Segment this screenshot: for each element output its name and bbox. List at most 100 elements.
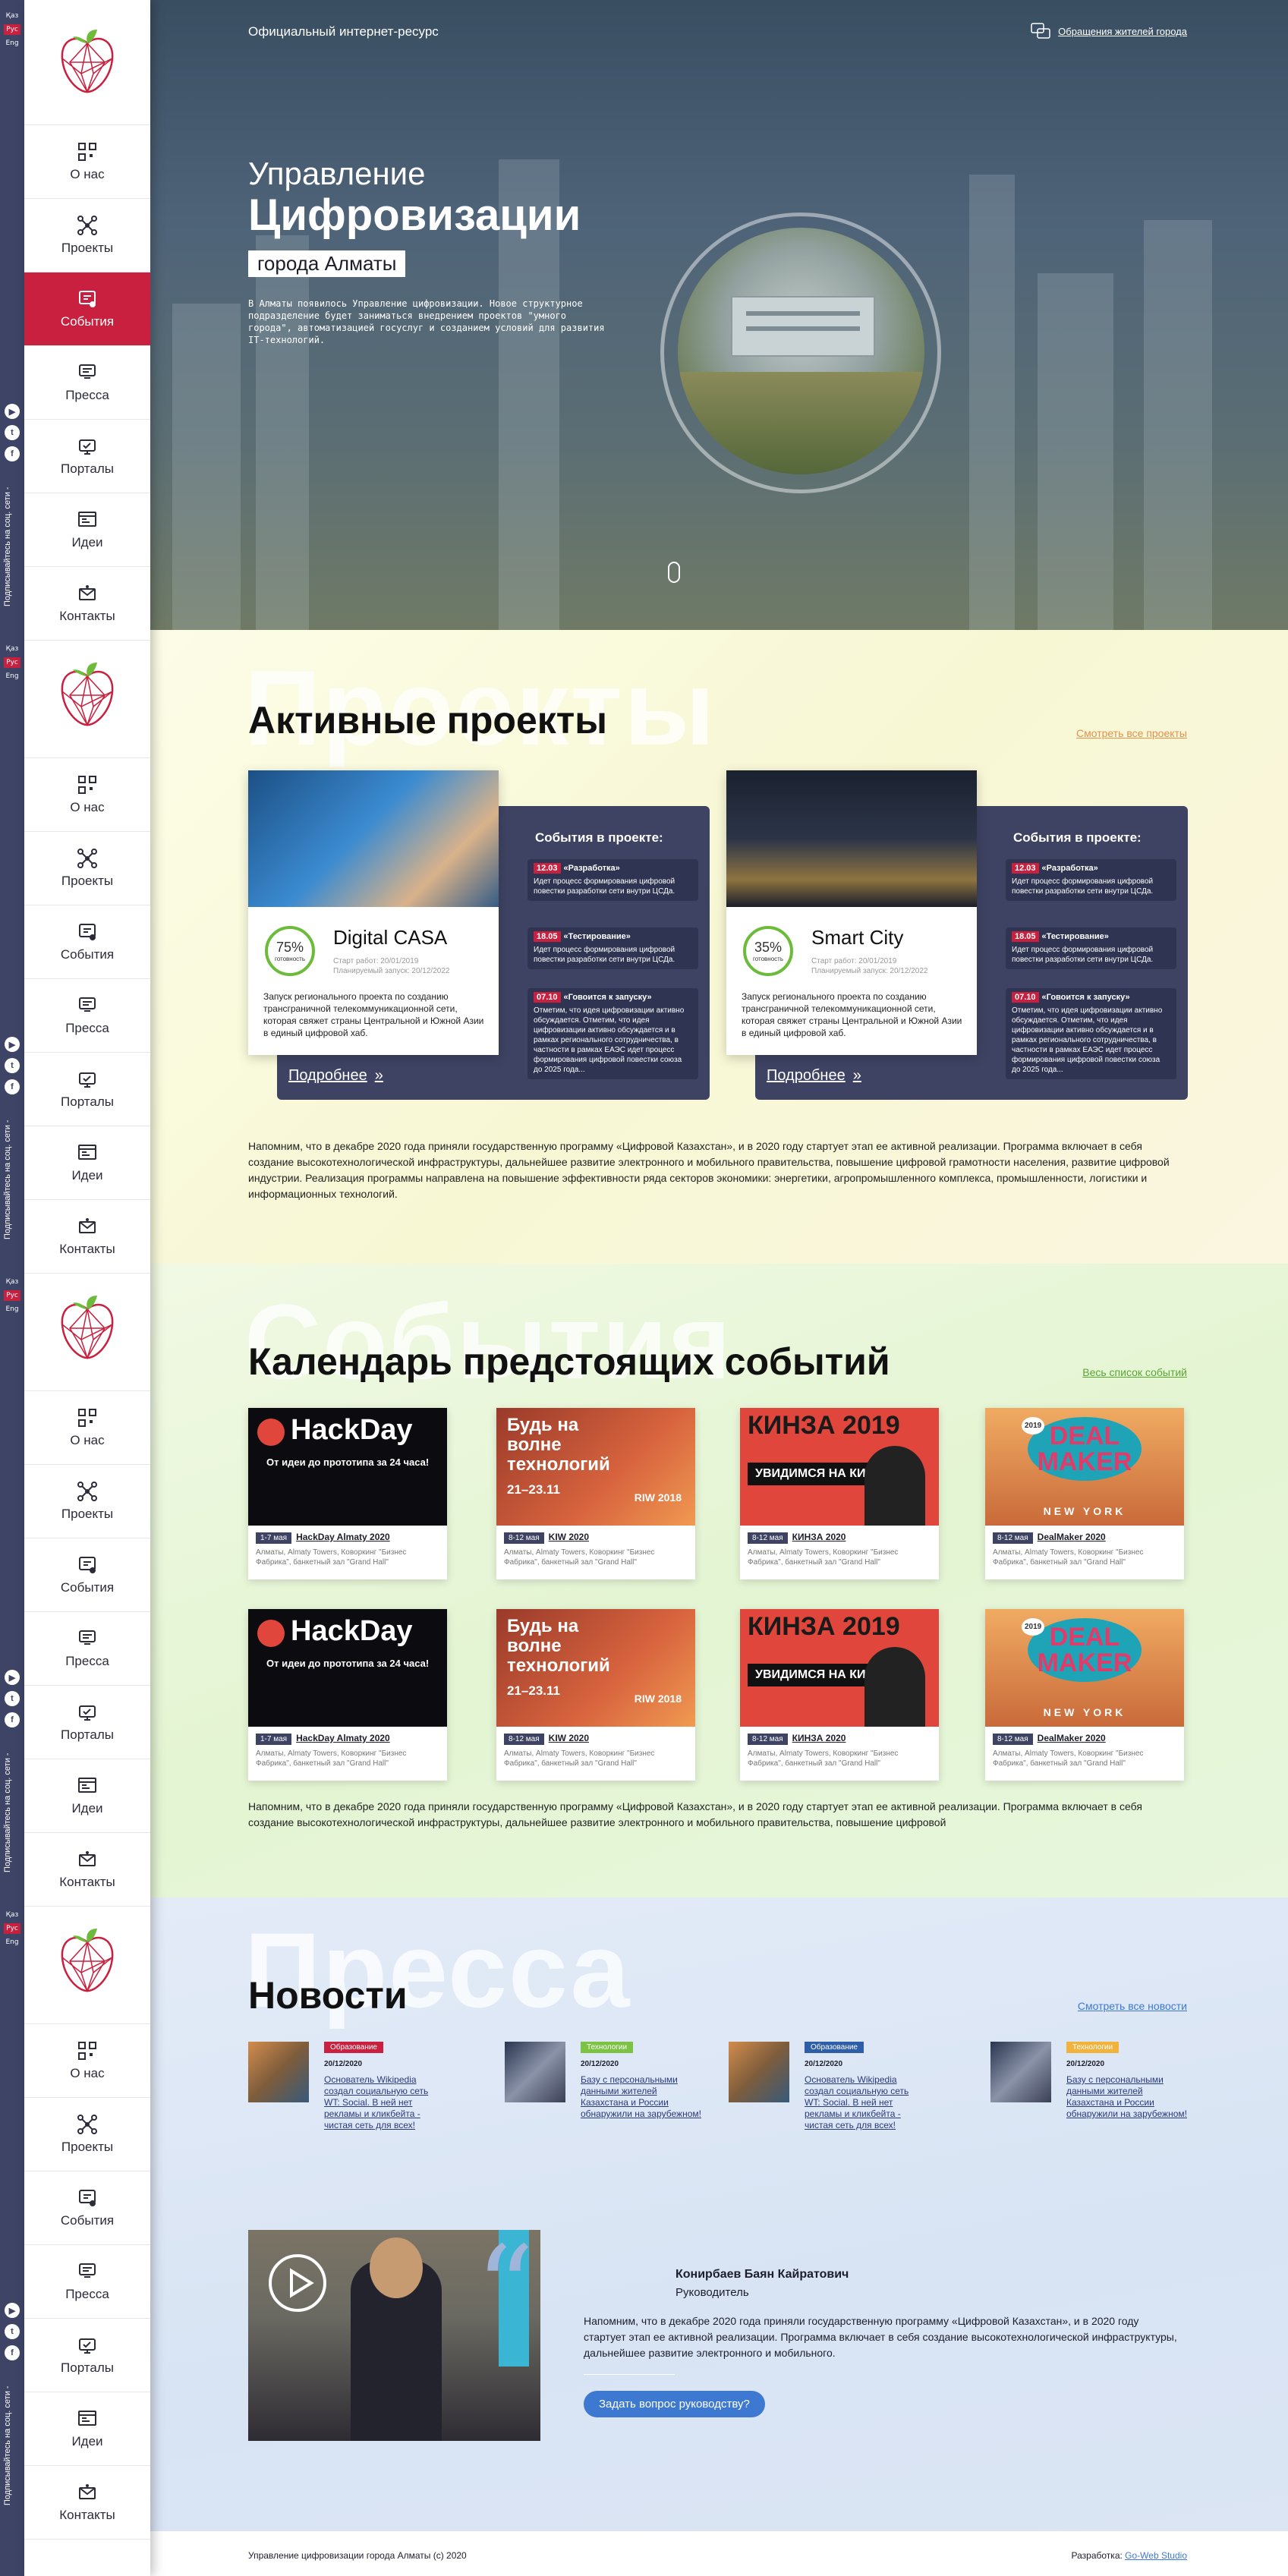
twitter-icon[interactable]: t bbox=[5, 1058, 20, 1073]
event-name-link[interactable]: КИНЗА 2020 bbox=[792, 1733, 846, 1743]
sidebar-icon bbox=[77, 1776, 97, 1796]
event-card[interactable]: DEAL MAKER NEW YORK 2019 8-12 мая DealMaker … bbox=[985, 1408, 1184, 1579]
event-name-link[interactable]: KIW 2020 bbox=[549, 1733, 589, 1743]
youtube-icon[interactable]: ▶ bbox=[5, 404, 20, 419]
sidebar-item[interactable]: Порталы bbox=[24, 1053, 150, 1126]
all-events-link[interactable]: Весь список событий bbox=[1082, 1366, 1187, 1378]
twitter-icon[interactable]: t bbox=[5, 425, 20, 440]
sidebar-item[interactable]: О нас bbox=[24, 758, 150, 832]
youtube-icon[interactable]: ▶ bbox=[5, 1670, 20, 1685]
lang-option[interactable]: Қаз bbox=[4, 644, 21, 654]
sidebar-item[interactable]: Порталы bbox=[24, 2319, 150, 2392]
lang-option[interactable]: Қаз bbox=[4, 1277, 21, 1287]
event-name-link[interactable]: DealMaker 2020 bbox=[1038, 1532, 1106, 1542]
sidebar-item[interactable]: О нас bbox=[24, 2024, 150, 2098]
lang-option[interactable]: Рус bbox=[4, 1923, 20, 1934]
project-more-link[interactable]: Подробнее » bbox=[767, 1067, 861, 1085]
event-date-tag: 8-12 мая bbox=[504, 1532, 544, 1544]
event-card[interactable]: DEAL MAKER NEW YORK 2019 8-12 мая DealMaker … bbox=[985, 1609, 1184, 1781]
event-card[interactable]: HackDay От идеи до прототипа за 24 часа! 1… bbox=[248, 1408, 447, 1579]
twitter-icon[interactable]: t bbox=[5, 1691, 20, 1706]
project-text: Запуск регионального проекта по созданию… bbox=[263, 991, 484, 1038]
building-shape bbox=[1038, 273, 1113, 630]
news-card[interactable]: Технологии 20/12/2020 Базу с персональными… bbox=[990, 2042, 1211, 2156]
lang-option[interactable]: Eng bbox=[3, 671, 20, 682]
event-name-link[interactable]: HackDay Almaty 2020 bbox=[296, 1532, 390, 1542]
news-card[interactable]: Технологии 20/12/2020 Базу с персональными… bbox=[505, 2042, 725, 2156]
twitter-icon[interactable]: t bbox=[5, 2324, 20, 2339]
footer-dev-link[interactable]: Go-Web Studio bbox=[1125, 2550, 1187, 2561]
sidebar-item[interactable]: О нас bbox=[24, 1391, 150, 1465]
sidebar-item[interactable]: События bbox=[24, 272, 150, 346]
contacts-icon bbox=[79, 1850, 96, 1866]
event-name-link[interactable]: HackDay Almaty 2020 bbox=[296, 1733, 390, 1743]
sidebar-item[interactable]: Порталы bbox=[24, 1686, 150, 1759]
project-progress-label: готовность bbox=[275, 956, 305, 962]
youtube-icon[interactable]: ▶ bbox=[5, 2303, 20, 2318]
sidebar-item[interactable]: Контакты bbox=[24, 567, 150, 641]
sidebar-item[interactable]: Проекты bbox=[24, 2098, 150, 2171]
news-link[interactable]: Базу с персональными данными жителей Каз… bbox=[1066, 2074, 1188, 2120]
sidebar-item[interactable]: Проекты bbox=[24, 199, 150, 272]
news-card[interactable]: Образование 20/12/2020 Основатель Wikipedi… bbox=[248, 2042, 468, 2156]
sidebar-item[interactable]: О нас bbox=[24, 125, 150, 199]
lang-option[interactable]: Eng bbox=[3, 1304, 20, 1315]
photo-face bbox=[370, 2237, 423, 2298]
all-projects-link[interactable]: Смотреть все проекты bbox=[1076, 727, 1187, 739]
project-more-link[interactable]: Подробнее » bbox=[288, 1067, 383, 1085]
sidebar-icon bbox=[77, 1217, 97, 1236]
lang-option[interactable]: Рус bbox=[4, 657, 20, 668]
news-link[interactable]: Базу с персональными данными жителей Каз… bbox=[581, 2074, 702, 2120]
sidebar-item[interactable]: Идеи bbox=[24, 1126, 150, 1200]
event-name-link[interactable]: КИНЗА 2020 bbox=[792, 1532, 846, 1542]
sidebar-logo[interactable] bbox=[24, 633, 150, 758]
all-news-link[interactable]: Смотреть все новости bbox=[1078, 2000, 1187, 2012]
event-name-link[interactable]: DealMaker 2020 bbox=[1038, 1733, 1106, 1743]
youtube-icon[interactable]: ▶ bbox=[5, 1037, 20, 1052]
ask-director-button[interactable]: Задать вопрос руководству? bbox=[584, 2391, 765, 2417]
news-card[interactable]: Образование 20/12/2020 Основатель Wikipedi… bbox=[729, 2042, 949, 2156]
sidebar-item[interactable]: Контакты bbox=[24, 2466, 150, 2540]
sidebar-item[interactable]: Пресса bbox=[24, 979, 150, 1053]
lang-option[interactable]: Қаз bbox=[4, 11, 21, 21]
appeal-link[interactable]: Обращения жителей города bbox=[1031, 23, 1187, 39]
sidebar-icon bbox=[77, 2262, 97, 2282]
sidebar-item[interactable]: События bbox=[24, 2171, 150, 2245]
event-card[interactable]: КИНЗА 2019 УВИДИМСЯ НА КИНЗЕ 8-12 мая КИНЗА… bbox=[740, 1609, 939, 1781]
sidebar-item[interactable]: Контакты bbox=[24, 1833, 150, 1907]
lang-option[interactable]: Рус bbox=[4, 1290, 20, 1301]
lang-option[interactable]: Қаз bbox=[4, 1910, 21, 1920]
sidebar-item[interactable]: Пресса bbox=[24, 2245, 150, 2319]
project-info-card: 75% готовность Digital CASA Старт работ: 20… bbox=[248, 770, 499, 1055]
sidebar-item[interactable]: Идеи bbox=[24, 2392, 150, 2466]
sidebar-logo[interactable] bbox=[24, 1266, 150, 1391]
sidebar-item[interactable]: Идеи bbox=[24, 1759, 150, 1833]
sidebar-item[interactable]: Контакты bbox=[24, 1200, 150, 1274]
sidebar-item[interactable]: События bbox=[24, 1538, 150, 1612]
lang-option[interactable]: Eng bbox=[3, 38, 20, 49]
sidebar-item[interactable]: Пресса bbox=[24, 1612, 150, 1686]
news-link[interactable]: Основатель Wikipedia создал социальную с… bbox=[805, 2074, 926, 2131]
sidebar-item[interactable]: Порталы bbox=[24, 420, 150, 493]
lang-option[interactable]: Рус bbox=[4, 24, 20, 35]
news-link[interactable]: Основатель Wikipedia создал социальную с… bbox=[324, 2074, 446, 2131]
sidebar-item[interactable]: Проекты bbox=[24, 832, 150, 905]
sidebar-logo[interactable] bbox=[24, 0, 150, 125]
event-card[interactable]: Будь на волне технологий 21–23.11 RIW 2018… bbox=[496, 1609, 695, 1781]
sidebar-item[interactable]: Пресса bbox=[24, 346, 150, 420]
event-body: 1-7 мая HackDay Almaty 2020 Алматы, Almaty… bbox=[248, 1727, 447, 1773]
scroll-indicator[interactable] bbox=[668, 562, 680, 583]
news-thumbnail bbox=[248, 2042, 309, 2102]
event-card[interactable]: HackDay От идеи до прототипа за 24 часа! 1… bbox=[248, 1609, 447, 1781]
projects-section: Проекты Активные проекты Смотреть все пр… bbox=[142, 630, 1288, 1264]
sidebar-item[interactable]: Проекты bbox=[24, 1465, 150, 1538]
event-name-link[interactable]: KIW 2020 bbox=[549, 1532, 589, 1542]
lang-option[interactable]: Eng bbox=[3, 1937, 20, 1948]
social-icons: ▶ t f bbox=[5, 2303, 20, 2360]
play-icon[interactable] bbox=[267, 2253, 328, 2313]
sidebar-item[interactable]: Идеи bbox=[24, 493, 150, 567]
event-card[interactable]: КИНЗА 2019 УВИДИМСЯ НА КИНЗЕ 8-12 мая КИНЗА… bbox=[740, 1408, 939, 1579]
sidebar-logo[interactable] bbox=[24, 1899, 150, 2024]
event-card[interactable]: Будь на волне технологий 21–23.11 RIW 2018… bbox=[496, 1408, 695, 1579]
sidebar-item[interactable]: События bbox=[24, 905, 150, 979]
